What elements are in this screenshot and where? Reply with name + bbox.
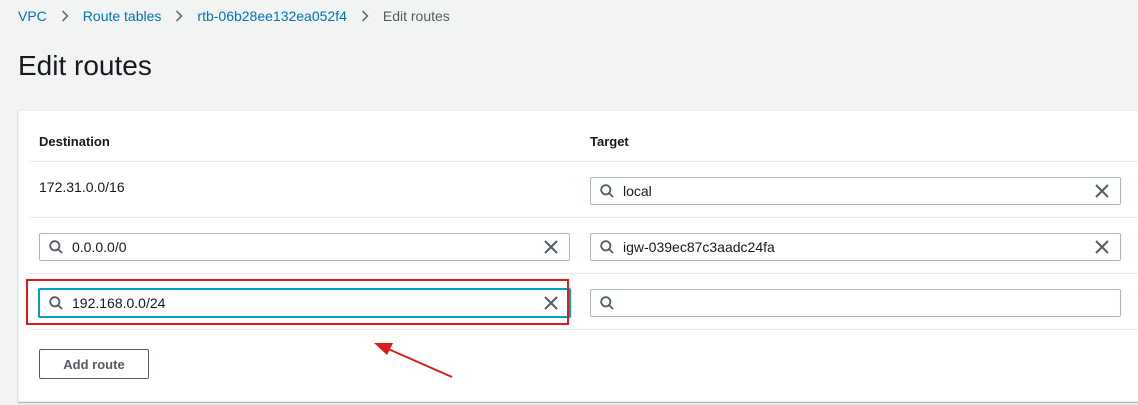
search-icon (600, 240, 614, 254)
destination-input[interactable] (72, 239, 543, 255)
destination-field[interactable] (39, 233, 570, 261)
target-input[interactable] (623, 183, 1094, 199)
breadcrumb-current: Edit routes (382, 8, 450, 24)
target-input[interactable] (623, 295, 1120, 311)
chevron-right-icon (361, 10, 369, 22)
close-icon[interactable] (1094, 239, 1110, 255)
chevron-right-icon (175, 10, 184, 22)
add-route-button[interactable]: Add route (39, 349, 149, 379)
page-title: Edit routes (18, 50, 152, 81)
breadcrumb-route-tables[interactable]: Route tables (83, 8, 162, 24)
route-destination-static: 172.31.0.0/16 (39, 179, 125, 195)
target-field[interactable] (590, 289, 1121, 317)
target-field[interactable] (590, 177, 1121, 205)
row-divider (29, 273, 1138, 274)
breadcrumb-route-table-id[interactable]: rtb-06b28ee132ea052f4 (197, 8, 346, 24)
destination-column-header: Destination (39, 134, 110, 149)
row-divider (29, 217, 1138, 218)
target-input[interactable] (623, 239, 1094, 255)
chevron-right-icon (61, 10, 69, 22)
annotation-highlight-box (26, 279, 569, 325)
routes-panel: Destination Target 172.31.0.0/16 local 0… (18, 110, 1138, 402)
search-icon (49, 240, 63, 254)
search-icon (600, 296, 614, 310)
breadcrumb: VPC Route tables rtb-06b28ee132ea052f4 E… (18, 8, 450, 24)
row-divider (29, 161, 1138, 162)
close-icon[interactable] (543, 239, 559, 255)
row-divider (29, 329, 1138, 330)
close-icon[interactable] (1094, 183, 1110, 199)
target-field[interactable] (590, 233, 1121, 261)
target-column-header: Target (590, 134, 629, 149)
breadcrumb-vpc[interactable]: VPC (18, 8, 47, 24)
search-icon (600, 184, 614, 198)
